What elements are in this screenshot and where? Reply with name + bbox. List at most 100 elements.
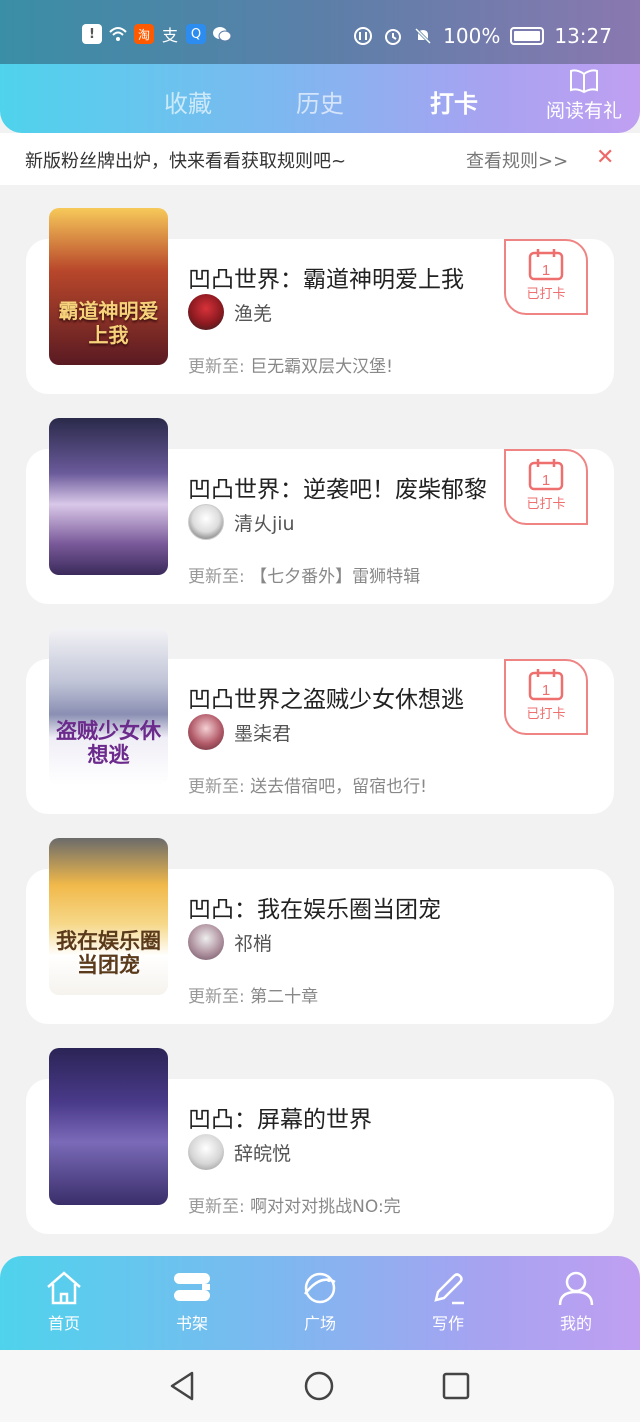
checkin-badge[interactable]: 1 已打卡 [504, 449, 588, 525]
checkin-badge[interactable]: 1 已打卡 [504, 659, 588, 735]
update-chapter: 啊对对对挑战NO:完 [250, 1197, 401, 1217]
update-chapter: 【七夕番外】雷狮特辑 [250, 567, 421, 587]
nav-plaza[interactable]: 广场 [280, 1270, 360, 1334]
update-chapter: 送去借宿吧，留宿也行! [250, 777, 427, 797]
book-update: 更新至: 【七夕番外】雷狮特辑 [188, 562, 420, 587]
close-icon[interactable]: ✕ [596, 145, 614, 170]
author-name: 墨柒君 [234, 722, 292, 745]
update-prefix: 更新至: [188, 987, 245, 1007]
book-title[interactable]: 凹凸：我在娱乐圈当团宠 [188, 890, 441, 924]
alipay-icon: 支 [161, 26, 178, 45]
reading-reward-button[interactable]: 阅读有礼 [546, 68, 622, 123]
book-update: 更新至: 啊对对对挑战NO:完 [188, 1192, 401, 1217]
author-name: 辞皖悦 [234, 1142, 292, 1165]
notice-bar: 新版粉丝牌出炉，快来看看获取规则吧~ 查看规则>> ✕ [0, 133, 640, 185]
status-left-icons: ! 淘 支 Q [82, 24, 232, 45]
recents-icon[interactable] [441, 1371, 471, 1401]
book-title[interactable]: 凹凸世界：霸道神明爱上我 [188, 260, 464, 294]
data-saver-icon [354, 27, 373, 45]
nav-home[interactable]: 首页 [24, 1270, 104, 1334]
book-update: 更新至: 送去借宿吧，留宿也行! [188, 772, 427, 797]
calendar-day: 1 [542, 262, 550, 279]
top-tabs: 收藏 历史 打卡 阅读有礼 [0, 64, 640, 133]
update-chapter: 巨无霸双层大汉堡! [250, 357, 393, 377]
home-icon [47, 1271, 81, 1305]
avatar [188, 714, 224, 750]
status-right: 100% 13:27 [353, 24, 612, 48]
tab-history[interactable]: 历史 [296, 84, 344, 119]
book-cover[interactable] [49, 1048, 168, 1205]
author-name: 清乆jiu [234, 512, 295, 535]
qq-browser-icon: Q [186, 24, 206, 44]
taobao-icon: 淘 [134, 24, 154, 44]
update-prefix: 更新至: [188, 1197, 245, 1217]
bottom-nav: 首页 书架 广场 写作 我的 [0, 1256, 640, 1350]
alarm-icon [385, 29, 402, 45]
open-book-icon [569, 69, 598, 94]
avatar [188, 924, 224, 960]
nav-write[interactable]: 写作 [408, 1270, 488, 1334]
book-title[interactable]: 凹凸世界之盗贼少女休想逃 [188, 680, 464, 714]
view-rules-link[interactable]: 查看规则>> [466, 147, 568, 173]
checkin-label: 已打卡 [526, 497, 566, 512]
nav-plaza-label: 广场 [303, 1314, 336, 1333]
checkin-label: 已打卡 [526, 707, 566, 722]
nav-bookshelf-label: 书架 [175, 1314, 208, 1333]
book-author[interactable]: 辞皖悦 [188, 1134, 291, 1170]
book-title[interactable]: 凹凸世界：逆袭吧！废柴郁黎 [188, 470, 487, 504]
avatar [188, 504, 224, 540]
avatar [188, 294, 224, 330]
profile-icon [558, 1271, 594, 1306]
cover-title: 我在娱乐圈当团宠 [56, 929, 161, 977]
calendar-icon: 1 [528, 249, 564, 281]
author-name: 祁梢 [234, 932, 273, 955]
notification-icon: ! [82, 24, 102, 44]
checkin-badge[interactable]: 1 已打卡 [504, 239, 588, 315]
nav-home-label: 首页 [47, 1314, 80, 1333]
book-cover[interactable] [49, 418, 168, 575]
calendar-icon: 1 [528, 459, 564, 491]
nav-bookshelf[interactable]: 书架 [152, 1270, 232, 1334]
header: ! 淘 支 Q 100% 13:27 收藏 历史 打卡 阅读有礼 [0, 0, 640, 133]
book-update: 更新至: 第二十章 [188, 982, 318, 1007]
calendar-icon: 1 [528, 669, 564, 701]
checkin-label: 已打卡 [526, 287, 566, 302]
status-bar: ! 淘 支 Q 100% 13:27 [0, 0, 640, 64]
nav-profile-label: 我的 [559, 1314, 592, 1333]
tab-checkin[interactable]: 打卡 [430, 84, 478, 119]
home-circle-icon[interactable] [303, 1370, 335, 1402]
book-cover[interactable]: 霸道神明爱上我 [49, 208, 168, 365]
book-cover[interactable]: 盗贼少女休想逃 [49, 628, 168, 785]
book-author[interactable]: 渔羌 [188, 294, 272, 330]
battery-icon [510, 27, 545, 45]
book-cover[interactable]: 我在娱乐圈当团宠 [49, 838, 168, 995]
update-chapter: 第二十章 [250, 987, 319, 1007]
notice-text: 新版粉丝牌出炉，快来看看获取规则吧~ [25, 151, 347, 172]
system-nav-bar [0, 1350, 640, 1422]
avatar [188, 1134, 224, 1170]
tab-favorites[interactable]: 收藏 [164, 84, 212, 119]
book-author[interactable]: 祁梢 [188, 924, 272, 960]
update-prefix: 更新至: [188, 567, 245, 587]
wifi-icon [108, 24, 128, 44]
battery-percent: 100% [443, 24, 501, 48]
nav-profile[interactable]: 我的 [536, 1270, 616, 1334]
author-name: 渔羌 [234, 302, 273, 325]
update-prefix: 更新至: [188, 777, 245, 797]
mute-icon [415, 27, 432, 45]
update-prefix: 更新至: [188, 357, 245, 377]
book-update: 更新至: 巨无霸双层大汉堡! [188, 352, 393, 377]
wechat-icon [212, 24, 232, 44]
back-icon[interactable] [168, 1370, 198, 1402]
clock: 13:27 [554, 24, 612, 48]
book-author[interactable]: 清乆jiu [188, 504, 295, 540]
planet-icon [304, 1272, 336, 1304]
book-author[interactable]: 墨柒君 [188, 714, 291, 750]
book-title[interactable]: 凹凸：屏幕的世界 [188, 1100, 372, 1134]
pen-icon [434, 1273, 464, 1305]
reading-reward-label: 阅读有礼 [545, 100, 622, 122]
bookshelf-icon [174, 1273, 210, 1301]
cover-title: 霸道神明爱上我 [58, 299, 159, 347]
nav-write-label: 写作 [431, 1314, 464, 1333]
calendar-day: 1 [542, 472, 550, 489]
